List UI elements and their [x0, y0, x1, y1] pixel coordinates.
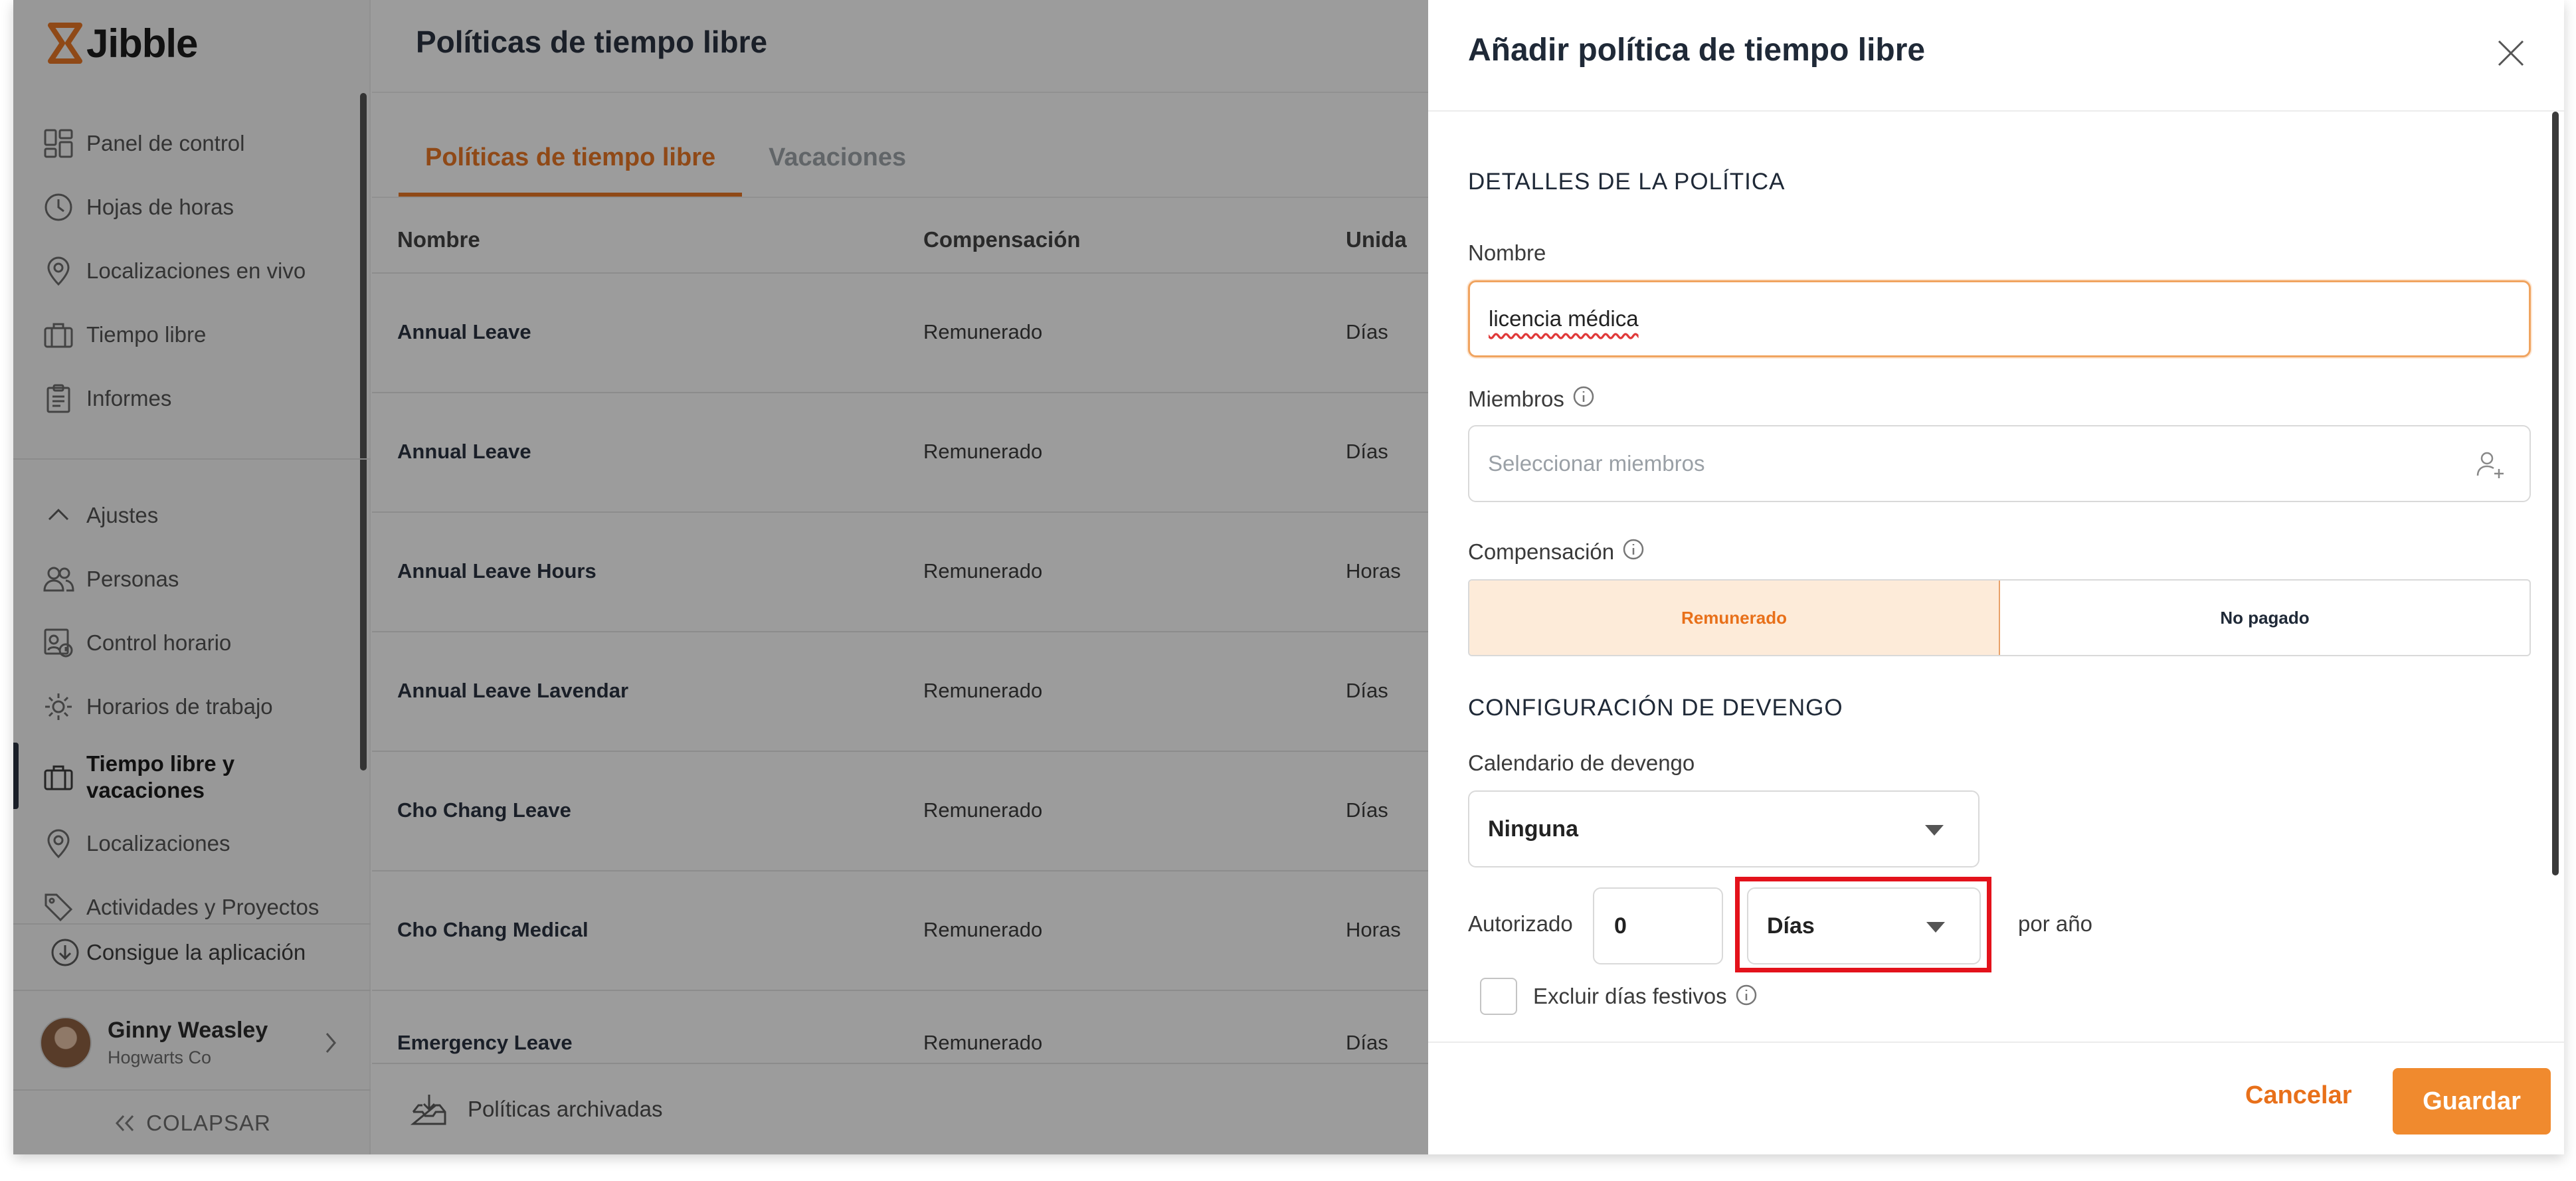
modal-overlay[interactable] — [13, 0, 1428, 1154]
members-label-text: Miembros — [1468, 387, 1564, 411]
members-placeholder: Seleccionar miembros — [1488, 451, 1705, 476]
members-select[interactable]: Seleccionar miembros — [1468, 425, 2531, 502]
info-icon[interactable] — [1622, 538, 1645, 566]
policy-details-heading: DETALLES DE LA POLÍTICA — [1468, 169, 1786, 195]
compensation-option-paid[interactable]: Remunerado — [1469, 581, 2000, 655]
authorized-amount-input[interactable]: 0 — [1593, 887, 1723, 964]
caret-down-icon — [1925, 825, 1944, 836]
members-label: Miembros — [1468, 385, 1595, 413]
app-window: Jibble Panel de control Hojas de horas L… — [13, 0, 2564, 1154]
accrual-schedule-label: Calendario de devengo — [1468, 751, 1695, 776]
compensation-label: Compensación — [1468, 538, 1645, 566]
per-year-label: por año — [2018, 911, 2092, 936]
policy-name-value: licencia médica — [1489, 306, 1639, 331]
panel-title: Añadir política de tiempo libre — [1468, 33, 1926, 68]
close-button[interactable] — [2491, 33, 2531, 73]
exclude-holidays-checkbox[interactable] — [1480, 978, 1517, 1015]
accrual-schedule-label-text: Calendario de devengo — [1468, 751, 1695, 775]
add-time-off-policy-panel: Añadir política de tiempo libre DETALLES… — [1428, 0, 2564, 1154]
authorized-label: Autorizado — [1468, 911, 1573, 936]
name-label: Nombre — [1468, 240, 1546, 266]
authorized-amount-value: 0 — [1614, 913, 1627, 939]
panel-scrollbar[interactable] — [2552, 112, 2559, 875]
name-label-text: Nombre — [1468, 240, 1546, 265]
compensation-label-text: Compensación — [1468, 539, 1615, 564]
add-user-icon — [2475, 449, 2507, 486]
save-button[interactable]: Guardar — [2393, 1068, 2551, 1135]
accrual-config-heading: CONFIGURACIÓN DE DEVENGO — [1468, 695, 1843, 721]
panel-header: Añadir política de tiempo libre — [1428, 0, 2564, 112]
accrual-schedule-select[interactable]: Ninguna — [1468, 790, 1979, 867]
panel-footer: Cancelar Guardar — [1428, 1042, 2564, 1154]
accrual-schedule-value: Ninguna — [1488, 816, 1578, 842]
highlight-annotation — [1735, 877, 1991, 972]
compensation-option-unpaid[interactable]: No pagado — [2000, 581, 2530, 655]
compensation-toggle: Remunerado No pagado — [1468, 579, 2531, 656]
policy-name-input[interactable]: licencia médica — [1468, 280, 2531, 357]
info-icon[interactable] — [1572, 385, 1595, 413]
exclude-holidays-label: Excluir días festivos — [1533, 984, 1727, 1008]
cancel-button[interactable]: Cancelar — [2245, 1081, 2352, 1110]
close-icon — [2498, 40, 2524, 66]
info-icon[interactable] — [1735, 984, 1758, 1010]
exclude-holidays-row: Excluir días festivos — [1480, 978, 1758, 1015]
